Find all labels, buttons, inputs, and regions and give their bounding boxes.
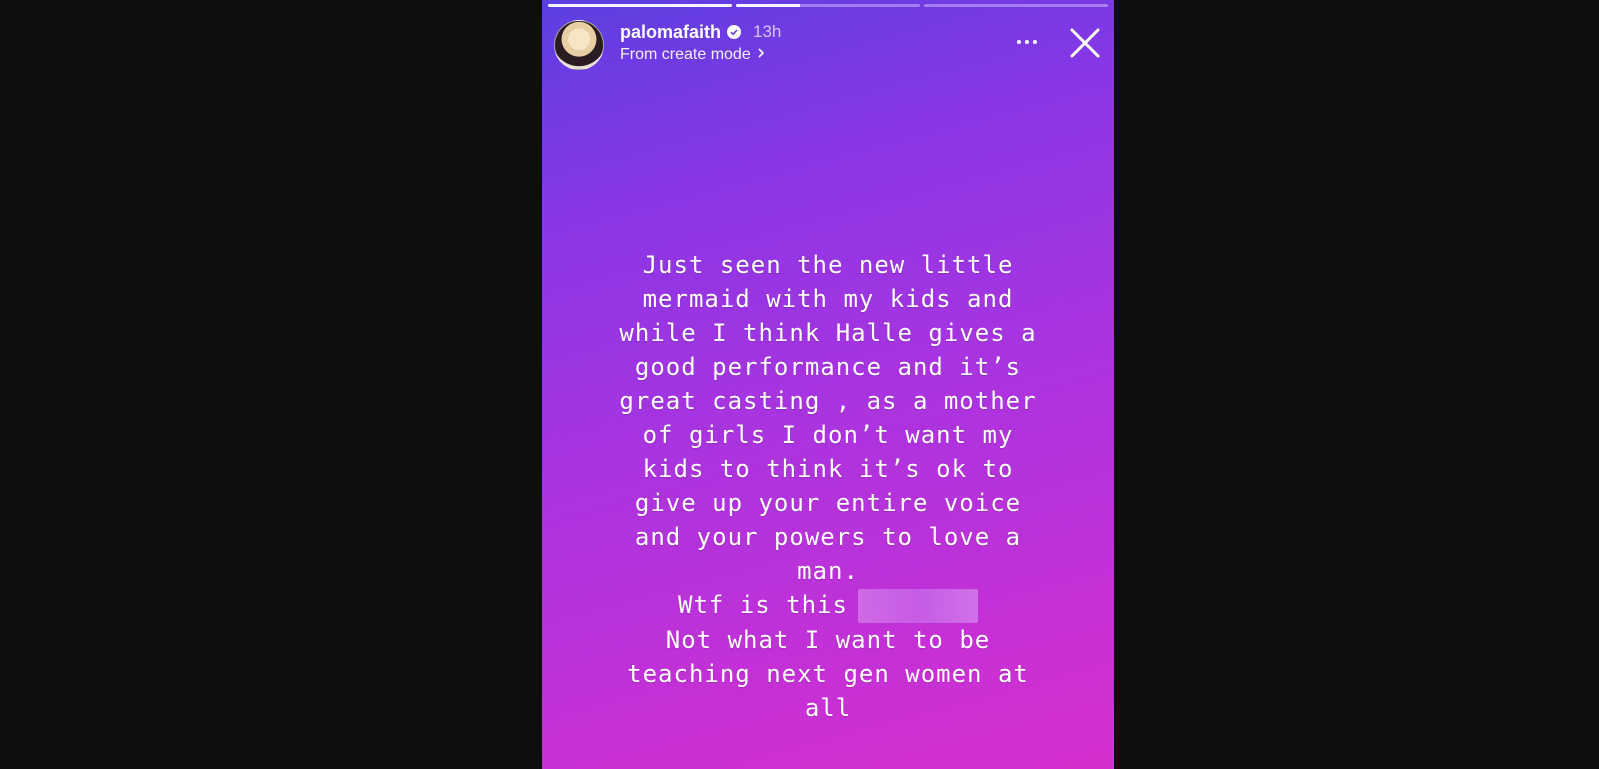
username[interactable]: palomafaith [620, 22, 721, 43]
verified-badge-icon [727, 25, 742, 39]
create-mode-link[interactable]: From create mode [620, 46, 781, 64]
caption-line: and your powers to love a [634, 523, 1022, 551]
progress-segment [736, 4, 920, 7]
post-time: 13h [753, 22, 782, 41]
close-icon[interactable] [1068, 26, 1102, 60]
caption-line: great casting , as a mother [619, 387, 1037, 415]
chevron-right-icon [757, 46, 765, 64]
story-frame[interactable]: palomafaith 13h From create mode Just se… [542, 0, 1114, 769]
user-info: palomafaith 13h From create mode [620, 20, 781, 64]
progress-fill [548, 4, 732, 7]
avatar[interactable] [554, 20, 604, 70]
progress-segment [924, 4, 1108, 7]
redacted-blur [857, 589, 978, 623]
caption-line: all [804, 694, 852, 722]
caption-line: kids to think it’s ok to [642, 455, 1014, 483]
story-progress-bar [548, 4, 1108, 7]
progress-fill [736, 4, 801, 7]
caption-line: good performance and it’s [634, 353, 1022, 381]
story-header: palomafaith 13h From create mode [554, 18, 1102, 70]
caption-line: mermaid with my kids and [642, 285, 1014, 313]
caption-line: man. [797, 557, 859, 585]
caption-line: while I think Halle gives a [619, 319, 1037, 347]
create-mode-label: From create mode [620, 46, 751, 63]
progress-segment [548, 4, 732, 7]
viewer-backdrop: palomafaith 13h From create mode Just se… [0, 0, 1599, 769]
caption-text: Wtf is this [678, 591, 848, 619]
caption-line-with-redaction: Wtf is this [542, 588, 1114, 623]
caption-line: of girls I don’t want my [642, 421, 1014, 449]
caption-line: give up your entire voice [634, 489, 1022, 517]
name-row: palomafaith 13h [620, 20, 781, 44]
caption-line: Not what I want to be [665, 626, 991, 654]
caption-line: teaching next gen women at [627, 660, 1029, 688]
caption-line: Just seen the new little [642, 251, 1014, 279]
more-horizontal-icon[interactable] [1012, 32, 1042, 52]
story-caption: Just seen the new little mermaid with my… [542, 248, 1114, 725]
